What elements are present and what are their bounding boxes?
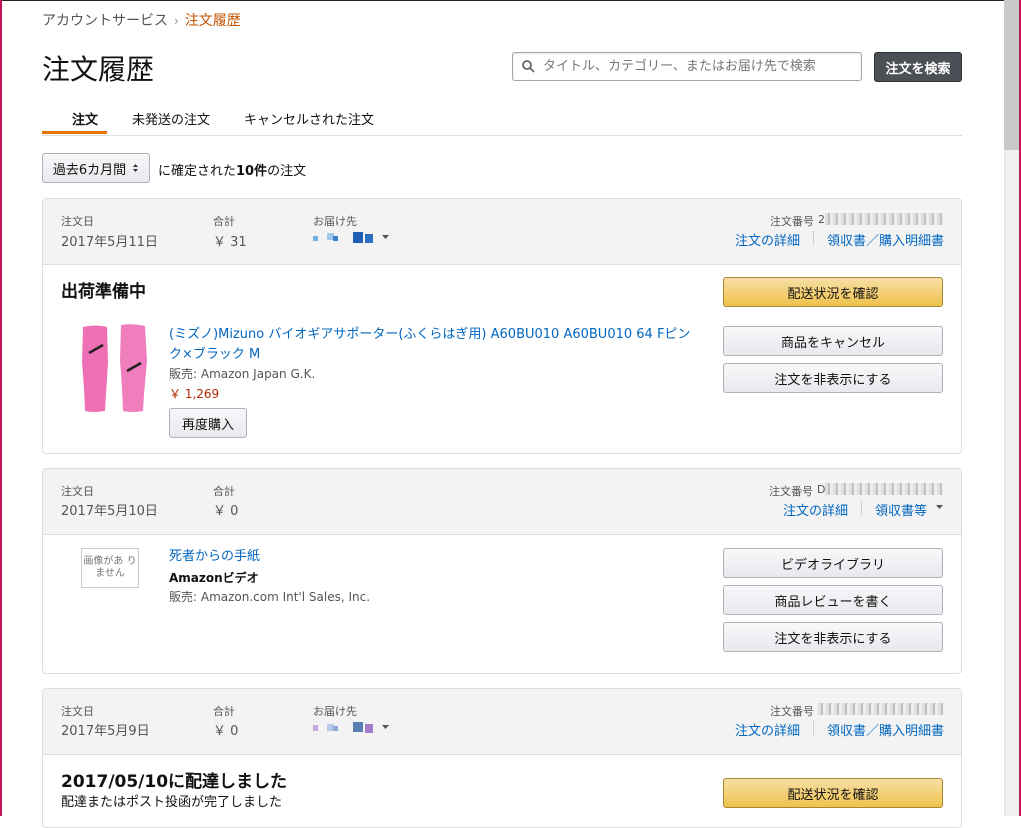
- order-tabs: 注文 未発送の注文 キャンセルされた注文: [42, 100, 962, 136]
- track-package-button[interactable]: 配送状況を確認: [723, 778, 943, 808]
- order-number-label: 注文番号: [770, 705, 814, 718]
- order-header: 注文日 2017年5月9日 合計 ￥ 0 お届け先 注文番号 注文の詳細 領収書…: [43, 689, 961, 755]
- product-title-link[interactable]: 死者からの手紙: [169, 547, 260, 567]
- order-header: 注文日 2017年5月10日 合計 ￥ 0 注文番号 D 注文の詳細 領収書等: [43, 469, 961, 535]
- order-date: 2017年5月10日: [61, 504, 158, 519]
- order-card: 注文日 2017年5月9日 合計 ￥ 0 お届け先 注文番号 注文の詳細 領収書…: [42, 688, 962, 828]
- dropdown-caret-icon: [382, 235, 389, 239]
- order-card: 注文日 2017年5月10日 合計 ￥ 0 注文番号 D 注文の詳細 領収書等 …: [42, 468, 962, 674]
- receipt-link[interactable]: 領収書／購入明細書: [827, 720, 944, 739]
- order-number-label: 注文番号: [770, 215, 814, 228]
- order-total-label: 合計: [213, 485, 235, 498]
- order-details-link[interactable]: 注文の詳細: [735, 720, 800, 739]
- order-count-text: に確定された10件の注文: [158, 160, 306, 179]
- link-divider: [813, 721, 814, 735]
- time-filter-value: 過去6カ月間: [52, 162, 127, 178]
- ship-to-label: お届け先: [313, 215, 357, 228]
- order-total: ￥ 0: [213, 724, 239, 739]
- order-card: 注文日 2017年5月11日 合計 ￥ 31 お届け先 注文番号 2 注文の詳細…: [42, 198, 962, 454]
- hide-order-button[interactable]: 注文を非表示にする: [723, 622, 943, 652]
- order-count: 10件: [236, 164, 268, 179]
- time-filter-select[interactable]: 過去6カ月間: [42, 153, 150, 183]
- search-icon: [522, 60, 535, 73]
- window-top-border: [0, 0, 1004, 1]
- order-date-label: 注文日: [61, 215, 94, 228]
- dropdown-caret-icon: [382, 725, 389, 729]
- order-total-label: 合計: [213, 705, 235, 718]
- breadcrumb-current: 注文履歴: [184, 13, 241, 29]
- order-total: ￥ 0: [213, 504, 239, 519]
- tab-unshipped-orders[interactable]: 未発送の注文: [132, 109, 210, 128]
- link-divider: [813, 231, 814, 245]
- order-number-value: 2: [818, 213, 825, 226]
- order-date: 2017年5月9日: [61, 724, 150, 739]
- delivery-status-detail: 配達またはポスト投函が完了しました: [61, 795, 283, 810]
- breadcrumb: アカウントサービス › 注文履歴: [42, 10, 241, 30]
- order-number-redacted: [825, 213, 943, 225]
- product-price: ￥ 1,269: [169, 387, 220, 401]
- seller-name: 販売: Amazon Japan G.K.: [169, 367, 316, 381]
- order-date-label: 注文日: [61, 485, 94, 498]
- breadcrumb-separator: ›: [174, 14, 179, 28]
- order-count-suffix: の注文: [267, 164, 307, 179]
- product-format: Amazonビデオ: [169, 571, 259, 585]
- order-number-redacted: [818, 703, 943, 715]
- seller-name: 販売: Amazon.com Int'l Sales, Inc.: [169, 590, 371, 604]
- link-divider: [861, 501, 862, 515]
- track-package-button[interactable]: 配送状況を確認: [723, 277, 943, 307]
- receipt-link[interactable]: 領収書等: [875, 500, 927, 519]
- order-details-link[interactable]: 注文の詳細: [783, 500, 848, 519]
- page-title: 注文履歴: [42, 53, 155, 86]
- order-total-label: 合計: [213, 215, 235, 228]
- order-header: 注文日 2017年5月11日 合計 ￥ 31 お届け先 注文番号 2 注文の詳細…: [43, 199, 961, 265]
- shipment-status: 出荷準備中: [61, 282, 146, 302]
- cancel-item-button[interactable]: 商品をキャンセル: [723, 326, 943, 356]
- dropdown-caret-icon: [936, 505, 943, 509]
- order-total: ￥ 31: [213, 235, 247, 250]
- order-date: 2017年5月11日: [61, 235, 158, 250]
- order-details-link[interactable]: 注文の詳細: [735, 230, 800, 249]
- search-box[interactable]: [512, 52, 862, 81]
- ship-to-label: お届け先: [313, 705, 357, 718]
- tab-cancelled-orders[interactable]: キャンセルされた注文: [244, 109, 374, 128]
- window-left-border: [0, 0, 2, 816]
- video-library-button[interactable]: ビデオライブラリ: [723, 548, 943, 578]
- no-image-placeholder[interactable]: 画像があ りません: [81, 548, 139, 588]
- breadcrumb-account-services[interactable]: アカウントサービス: [42, 13, 168, 29]
- order-number-label: 注文番号: [769, 485, 813, 498]
- order-date-label: 注文日: [61, 705, 94, 718]
- select-arrows-icon: [133, 164, 139, 172]
- active-tab-indicator: [42, 131, 107, 134]
- order-number-redacted: [825, 483, 943, 495]
- tab-orders[interactable]: 注文: [72, 109, 98, 128]
- buy-again-button[interactable]: 再度購入: [169, 408, 248, 438]
- product-title-link[interactable]: (ミズノ)Mizuno バイオギアサポーター(ふくらはぎ用) A60BU010 …: [169, 325, 697, 365]
- hide-order-button[interactable]: 注文を非表示にする: [723, 363, 943, 393]
- product-image-calf-sleeves[interactable]: [77, 323, 151, 415]
- search-input[interactable]: [541, 58, 861, 75]
- delivery-status: 2017/05/10に配達しました: [61, 772, 288, 792]
- order-count-prefix: に確定された: [158, 164, 237, 179]
- receipt-link[interactable]: 領収書／購入明細書: [827, 230, 944, 249]
- search-orders-button[interactable]: 注文を検索: [874, 52, 962, 82]
- write-review-button[interactable]: 商品レビューを書く: [723, 585, 943, 615]
